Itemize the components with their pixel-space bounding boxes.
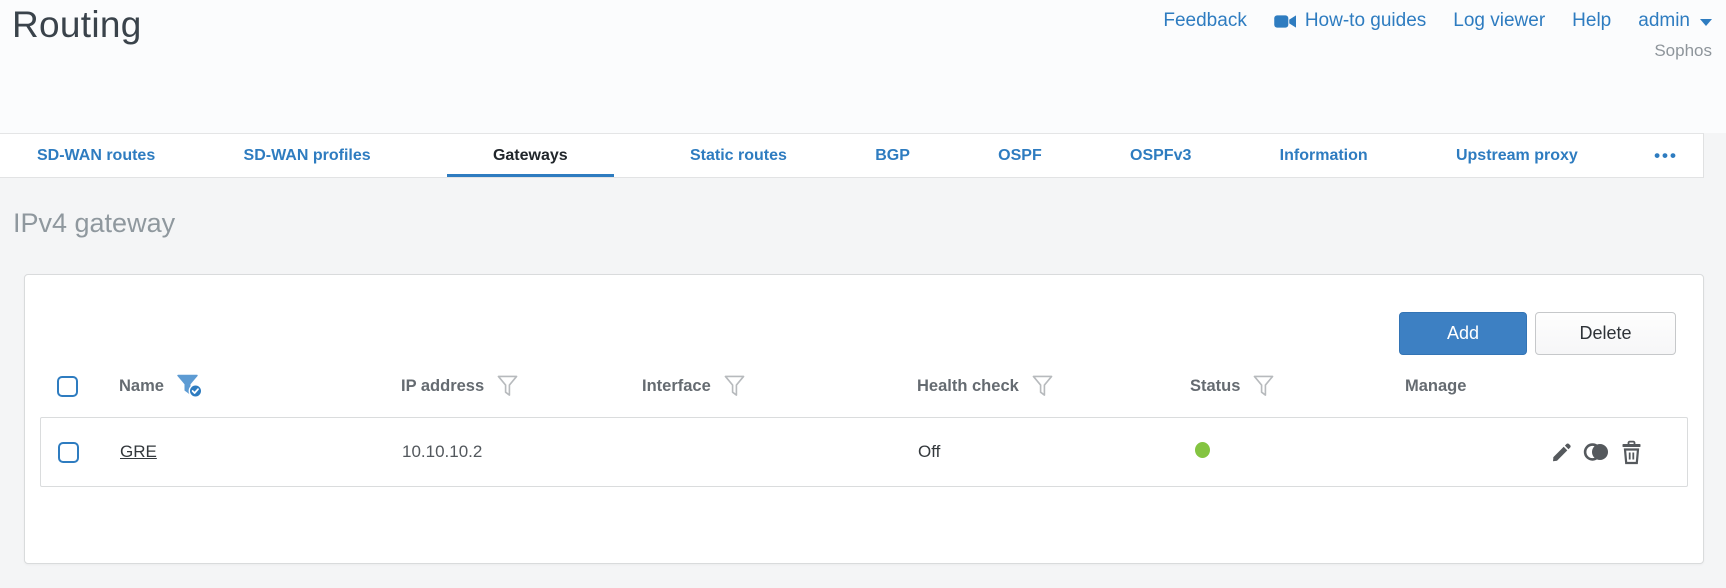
column-header-interface: Interface [642, 376, 711, 395]
top-header: Routing Feedback How-to guides Log viewe… [0, 0, 1726, 133]
table-header-row: Name IP address Interface Health check S… [40, 355, 1688, 417]
main-content: IPv4 gateway Add Delete Name IP address … [0, 205, 1726, 564]
tab-sdwan-profiles[interactable]: SD-WAN profiles [232, 134, 383, 177]
gateway-name-link[interactable]: GRE [120, 442, 157, 461]
video-camera-icon [1274, 14, 1297, 29]
table-body: GRE 10.10.10.2 Off [40, 417, 1688, 487]
page-title: Routing [12, 4, 142, 45]
trash-delete-icon[interactable] [1620, 440, 1643, 465]
table-row: GRE 10.10.10.2 Off [41, 418, 1687, 486]
column-header-ip-address: IP address [401, 376, 485, 395]
name-filter-active-icon[interactable] [177, 374, 203, 398]
gateway-health-check: Off [918, 442, 941, 461]
feedback-link[interactable]: Feedback [1163, 10, 1246, 32]
column-header-name: Name [119, 376, 164, 395]
interface-filter-icon[interactable] [724, 375, 745, 397]
delete-button[interactable]: Delete [1535, 312, 1676, 355]
row-checkbox[interactable] [58, 441, 79, 463]
user-menu[interactable]: admin [1638, 10, 1712, 32]
tab-bgp[interactable]: BGP [863, 134, 922, 177]
more-tabs-ellipsis-icon[interactable]: ••• [1654, 134, 1678, 177]
column-header-health-check: Health check [917, 376, 1019, 395]
brand-label: Sophos [1654, 41, 1712, 60]
ip-address-filter-icon[interactable] [497, 375, 518, 397]
top-nav: Feedback How-to guides Log viewer Help a… [1163, 10, 1712, 61]
section-title: IPv4 gateway [13, 208, 176, 238]
log-viewer-link[interactable]: Log viewer [1453, 10, 1545, 32]
column-header-status: Status [1190, 376, 1241, 395]
tab-upstream-proxy[interactable]: Upstream proxy [1444, 134, 1590, 177]
routing-tab-bar: SD-WAN routes SD-WAN profiles Gateways S… [0, 133, 1704, 178]
help-link[interactable]: Help [1572, 10, 1611, 32]
clone-icon[interactable] [1583, 440, 1611, 464]
select-all-checkbox[interactable] [57, 375, 78, 397]
tab-gateways[interactable]: Gateways [447, 134, 614, 177]
status-up-indicator [1195, 441, 1210, 458]
column-header-manage: Manage [1405, 376, 1467, 395]
add-button[interactable]: Add [1399, 312, 1527, 355]
howto-guides-link[interactable]: How-to guides [1274, 10, 1426, 32]
tab-static-routes[interactable]: Static routes [678, 134, 799, 177]
table-toolbar: Add Delete [25, 275, 1703, 355]
caret-down-icon [1700, 18, 1712, 26]
health-check-filter-icon[interactable] [1032, 375, 1053, 397]
tab-ospf[interactable]: OSPF [986, 134, 1054, 177]
tab-information[interactable]: Information [1268, 134, 1380, 177]
gateway-ip-address: 10.10.10.2 [402, 442, 483, 461]
edit-pencil-icon[interactable] [1550, 440, 1574, 464]
status-filter-icon[interactable] [1253, 375, 1274, 397]
gateway-table-card: Add Delete Name IP address Interface Hea… [24, 274, 1704, 564]
tab-sdwan-routes[interactable]: SD-WAN routes [25, 134, 167, 177]
tab-ospfv3[interactable]: OSPFv3 [1118, 134, 1203, 177]
